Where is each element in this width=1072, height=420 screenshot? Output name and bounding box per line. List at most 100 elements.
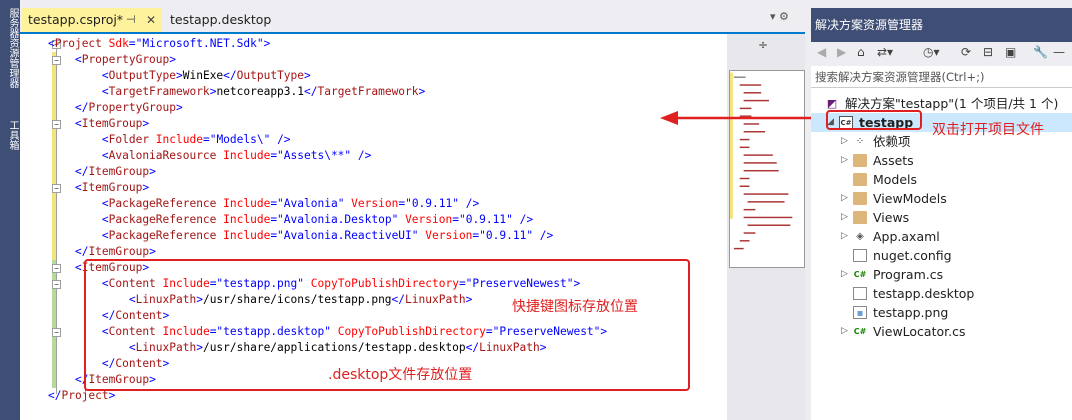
code-token: Models\ (216, 133, 264, 146)
properties-icon[interactable]: ▣ (1005, 45, 1016, 59)
pin-icon[interactable]: ⊣ (126, 8, 136, 32)
sync-icon[interactable]: ⇄▾ (877, 45, 893, 59)
tree-item[interactable]: ▷ Assets (811, 151, 1072, 170)
code-token: </ (74, 101, 89, 114)
code-token: Project (54, 37, 102, 50)
code-token: Avalonia (283, 197, 338, 210)
solution-search-input[interactable]: 搜索解决方案资源管理器(Ctrl+;) (811, 66, 1072, 88)
code-line[interactable]: <ItemGroup> (48, 116, 607, 132)
wrench-icon[interactable]: 🔧 (1033, 45, 1048, 59)
pin-icon[interactable]: — (1053, 45, 1065, 59)
collapsed-arrow-icon[interactable]: ▷ (841, 322, 848, 341)
code-line[interactable]: <PropertyGroup> (48, 52, 607, 68)
tree-item[interactable]: testapp.desktop (811, 284, 1072, 303)
forward-icon[interactable]: ▶ (837, 45, 846, 59)
tree-item-label: 依赖项 (873, 134, 911, 149)
code-line[interactable]: <OutputType>WinExe</OutputType> (48, 68, 607, 84)
code-token: =" (270, 229, 284, 242)
tree-item[interactable]: ▷ Views (811, 208, 1072, 227)
code-token: OutputType (236, 69, 305, 82)
code-token: < (74, 181, 82, 194)
image-icon: ▪ (853, 306, 867, 319)
code-token: =" (270, 213, 284, 226)
side-tab-server-explorer[interactable]: 服务器资源管理器 (2, 8, 18, 88)
editor-gutter (20, 34, 42, 420)
code-line[interactable]: <Folder Include="Models\" /> (48, 132, 607, 148)
folder-icon (853, 173, 867, 186)
code-token: </ (74, 245, 89, 258)
code-token: " /> (452, 197, 480, 210)
code-line[interactable]: <AvaloniaResource Include="Assets\**" /> (48, 148, 607, 164)
home-icon[interactable]: ⌂ (857, 45, 865, 59)
code-line[interactable]: </PropertyGroup> (48, 100, 607, 116)
highlight-box-project (826, 110, 922, 130)
code-token: " /> (263, 133, 291, 146)
axaml-icon: ◈ (856, 231, 864, 242)
folder-icon (853, 154, 867, 167)
file-icon (853, 249, 867, 262)
code-token: " /> (526, 229, 554, 242)
tree-item-label: Views (873, 210, 910, 225)
tab-csproj[interactable]: testapp.csproj* ⊣ ✕ (22, 8, 162, 32)
code-token: =" (202, 133, 217, 146)
collapsed-arrow-icon[interactable]: ▷ (841, 227, 848, 246)
code-token: =" (452, 213, 466, 226)
code-token: < (101, 149, 109, 162)
tree-item[interactable]: ▪ testapp.png (811, 303, 1072, 322)
code-token: > (304, 69, 311, 82)
code-token: Include (216, 213, 271, 226)
tab-label: testapp.desktop (170, 12, 272, 27)
side-tab-toolbox[interactable]: 工具箱 (2, 120, 18, 150)
code-minimap[interactable] (729, 70, 805, 268)
code-token: < (74, 117, 82, 130)
tree-item[interactable]: ▷ ViewModels (811, 189, 1072, 208)
code-token: PackageReference (108, 229, 217, 242)
code-token: 0.9.11 (411, 197, 453, 210)
code-token: ItemGroup (81, 181, 143, 194)
collapsed-arrow-icon[interactable]: ▷ (841, 151, 848, 170)
code-token: 0.9.11 (485, 229, 527, 242)
code-token: > (176, 69, 183, 82)
code-line[interactable]: </ItemGroup> (48, 164, 607, 180)
collapse-icon[interactable]: ⊟ (983, 45, 993, 59)
collapsed-arrow-icon[interactable]: ▷ (841, 265, 848, 284)
code-token: </ (74, 165, 89, 178)
code-token: Microsoft.NET.Sdk (142, 37, 257, 50)
back-icon[interactable]: ◀ (817, 45, 826, 59)
code-token: </ (48, 389, 62, 402)
tree-item[interactable]: ▷ ◈ App.axaml (811, 227, 1072, 246)
tree-item[interactable]: ▷ C# ViewLocator.cs (811, 322, 1072, 341)
code-line[interactable]: <PackageReference Include="Avalonia.Desk… (48, 212, 607, 228)
tree-item[interactable]: nuget.config (811, 246, 1072, 265)
code-line[interactable]: <PackageReference Include="Avalonia" Ver… (48, 196, 607, 212)
collapsed-arrow-icon[interactable]: ▷ (841, 132, 848, 151)
code-line[interactable]: </ItemGroup> (48, 244, 607, 260)
code-token: < (48, 37, 55, 50)
annotation-project-hint: 双击打开项目文件 (932, 122, 1044, 138)
refresh-icon[interactable]: ⟳ (961, 45, 971, 59)
split-icon[interactable]: ÷ (758, 38, 768, 52)
code-token: 0.9.11 (465, 213, 507, 226)
tree-item[interactable]: Models (811, 170, 1072, 189)
code-line[interactable]: <TargetFramework>netcoreapp3.1</TargetFr… (48, 84, 607, 100)
history-icon[interactable]: ◷▾ (923, 45, 940, 59)
tree-item[interactable]: ▷ C# Program.cs (811, 265, 1072, 284)
code-line[interactable]: <PackageReference Include="Avalonia.Reac… (48, 228, 607, 244)
code-token: </ (304, 85, 318, 98)
collapsed-arrow-icon[interactable]: ▷ (841, 189, 848, 208)
code-token: < (101, 197, 109, 210)
code-token: TargetFramework (108, 85, 210, 98)
code-line[interactable]: <ItemGroup> (48, 180, 607, 196)
tab-overflow-settings[interactable]: ▾ ⚙ (770, 10, 789, 23)
close-icon[interactable]: ✕ (146, 8, 156, 32)
code-token: TargetFramework (317, 85, 419, 98)
tab-desktop[interactable]: testapp.desktop (164, 8, 276, 32)
collapsed-arrow-icon[interactable]: ▷ (841, 208, 848, 227)
code-line[interactable]: <Project Sdk="Microsoft.NET.Sdk"> (48, 36, 607, 52)
code-token: Include (149, 133, 203, 146)
tree-item-label: testapp.desktop (873, 286, 975, 301)
